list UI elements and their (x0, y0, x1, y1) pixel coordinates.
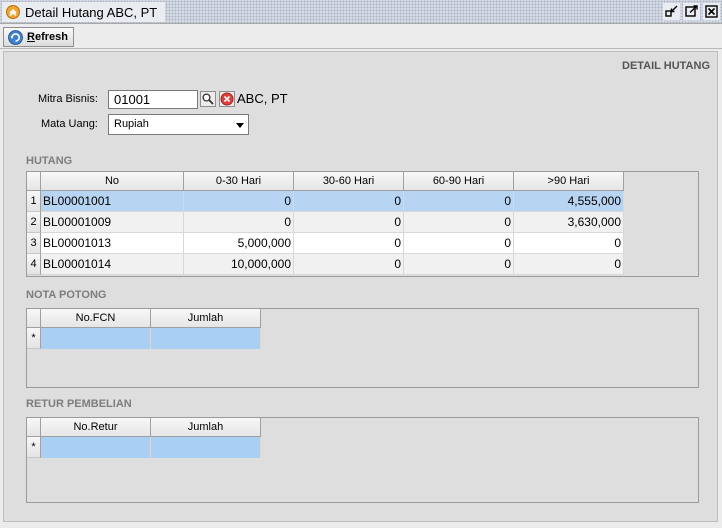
window-title: Detail Hutang ABC, PT (25, 4, 158, 20)
column-header-no[interactable]: No (41, 172, 184, 191)
minimize-icon[interactable] (663, 3, 680, 20)
nota-potong-title: NOTA POTONG (26, 289, 107, 301)
column-header-0-30[interactable]: 0-30 Hari (184, 172, 294, 191)
hutang-title: HUTANG (26, 155, 73, 167)
row-number: 4 (27, 254, 41, 275)
new-row-marker: * (27, 328, 41, 349)
cell-60-90[interactable]: 0 (404, 191, 514, 212)
cell-jumlah[interactable] (151, 437, 261, 458)
refresh-icon (8, 29, 23, 45)
table-corner (27, 418, 41, 437)
cell-60-90[interactable]: 0 (404, 233, 514, 254)
mitra-bisnis-input[interactable]: 01001 (108, 90, 198, 109)
cell-no-fcn[interactable] (41, 328, 151, 349)
cell-no-retur[interactable] (41, 437, 151, 458)
column-header-no-retur[interactable]: No.Retur (41, 418, 151, 437)
mitra-bisnis-name: ABC, PT (237, 91, 288, 106)
row-number: 2 (27, 212, 41, 233)
column-header-no-fcn[interactable]: No.FCN (41, 309, 151, 328)
cell-0-30[interactable]: 0 (184, 212, 294, 233)
hutang-table: No 0-30 Hari 30-60 Hari 60-90 Hari >90 H… (26, 171, 699, 277)
cell-over-90[interactable]: 3,630,000 (514, 212, 624, 233)
cell-jumlah[interactable] (151, 328, 261, 349)
cell-no[interactable]: BL00001013 (41, 233, 184, 254)
search-icon[interactable] (199, 90, 217, 108)
refresh-label: Refresh (27, 31, 68, 43)
column-header-jumlah[interactable]: Jumlah (151, 309, 261, 328)
cell-0-30[interactable]: 10,000,000 (184, 254, 294, 275)
retur-pembelian-title: RETUR PEMBELIAN (26, 398, 132, 410)
clear-icon[interactable] (218, 90, 236, 108)
detail-panel: DETAIL HUTANG Mitra Bisnis: 01001 ABC, P… (3, 51, 718, 522)
chevron-down-icon (236, 123, 244, 128)
cell-30-60[interactable]: 0 (294, 254, 404, 275)
cell-30-60[interactable]: 0 (294, 233, 404, 254)
column-header-over-90[interactable]: >90 Hari (514, 172, 624, 191)
mitra-bisnis-label: Mitra Bisnis: (38, 93, 98, 105)
cell-no[interactable]: BL00001009 (41, 212, 184, 233)
cell-no[interactable]: BL00001001 (41, 191, 184, 212)
maximize-icon[interactable] (683, 3, 700, 20)
close-icon[interactable] (703, 3, 720, 20)
nota-potong-table: No.FCN Jumlah * (26, 308, 699, 388)
cell-over-90[interactable]: 0 (514, 254, 624, 275)
cell-0-30[interactable]: 0 (184, 191, 294, 212)
mata-uang-label: Mata Uang: (41, 118, 98, 130)
cell-30-60[interactable]: 0 (294, 212, 404, 233)
app-icon (6, 5, 20, 19)
cell-60-90[interactable]: 0 (404, 254, 514, 275)
row-number: 3 (27, 233, 41, 254)
cell-0-30[interactable]: 5,000,000 (184, 233, 294, 254)
panel-header: DETAIL HUTANG (622, 60, 710, 72)
window-buttons (663, 3, 720, 20)
column-header-jumlah[interactable]: Jumlah (151, 418, 261, 437)
retur-pembelian-table: No.Retur Jumlah * (26, 417, 699, 503)
mata-uang-select[interactable]: Rupiah (108, 114, 249, 135)
refresh-button[interactable]: Refresh (3, 27, 74, 47)
cell-no[interactable]: BL00001014 (41, 254, 184, 275)
toolbar: Refresh (0, 25, 722, 49)
mata-uang-value: Rupiah (114, 118, 149, 130)
column-header-60-90[interactable]: 60-90 Hari (404, 172, 514, 191)
table-corner (27, 309, 41, 328)
new-row-marker: * (27, 437, 41, 458)
cell-over-90[interactable]: 4,555,000 (514, 191, 624, 212)
column-header-30-60[interactable]: 30-60 Hari (294, 172, 404, 191)
cell-30-60[interactable]: 0 (294, 191, 404, 212)
cell-over-90[interactable]: 0 (514, 233, 624, 254)
cell-60-90[interactable]: 0 (404, 212, 514, 233)
row-number: 1 (27, 191, 41, 212)
window-titlebar[interactable]: Detail Hutang ABC, PT (0, 0, 722, 24)
table-corner (27, 172, 41, 191)
title-wrap: Detail Hutang ABC, PT (2, 2, 166, 22)
